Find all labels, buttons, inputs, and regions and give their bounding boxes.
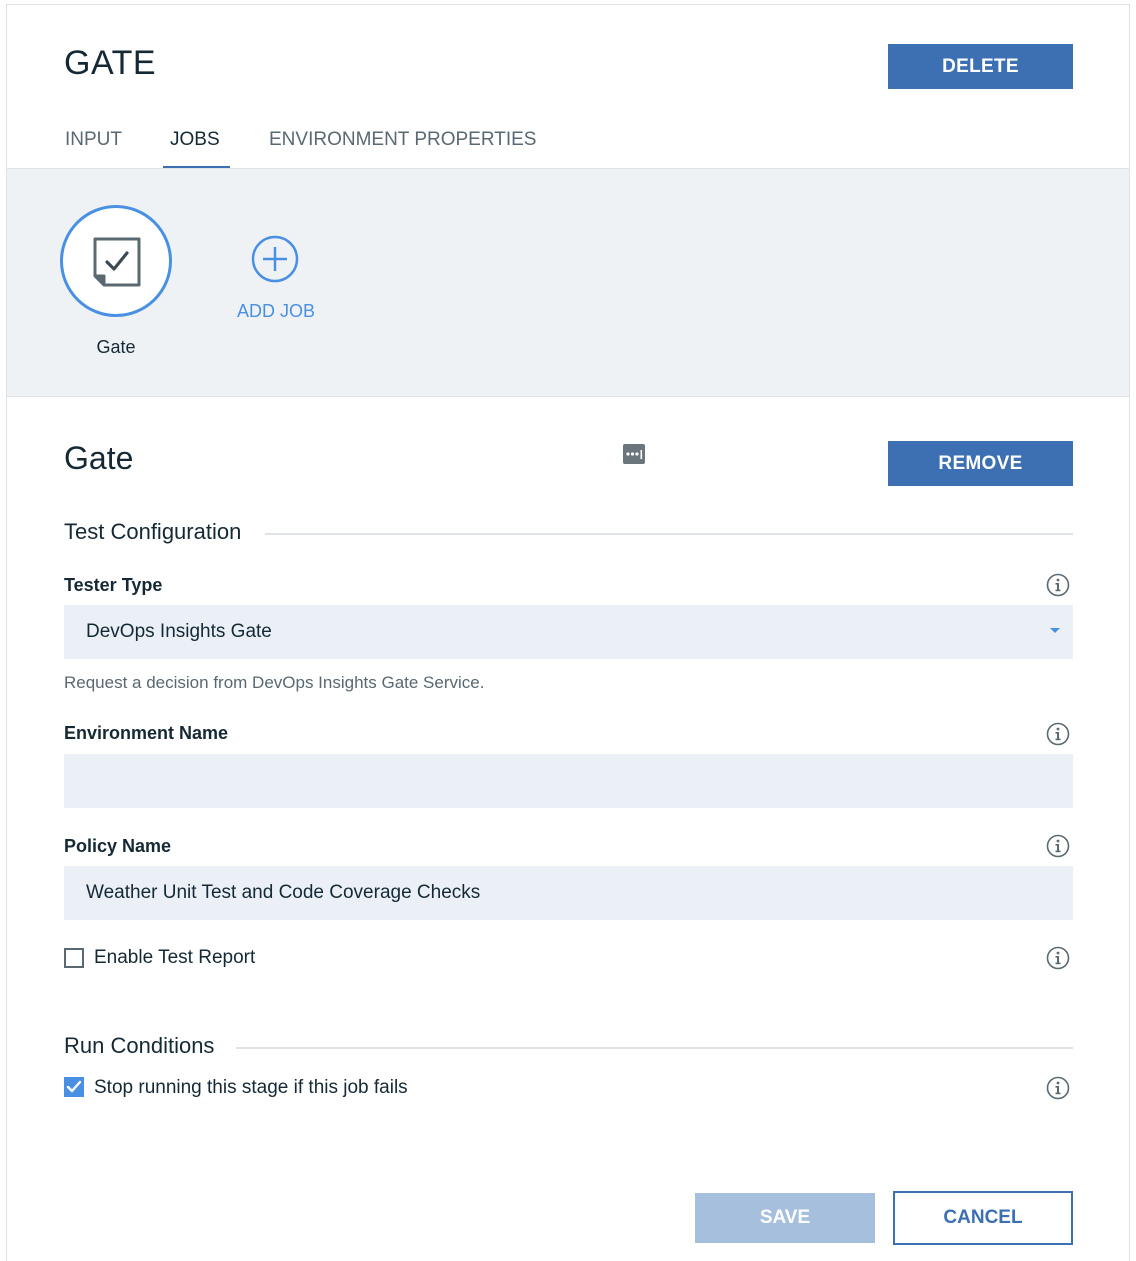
delete-button[interactable]: DELETE (888, 44, 1073, 89)
jobs-strip (7, 169, 1129, 397)
chevron-down-icon (1050, 628, 1060, 633)
job-detail-title: Gate (64, 440, 134, 476)
tester-type-value: DevOps Insights Gate (86, 621, 272, 642)
section-title-run-conditions: Run Conditions (64, 1033, 235, 1059)
tester-type-label: Tester Type (64, 575, 163, 595)
job-gate-tile[interactable] (60, 205, 172, 317)
section-divider (265, 533, 1073, 535)
stop-on-fail-checkbox[interactable] (64, 1077, 84, 1097)
tab-input[interactable]: INPUT (65, 129, 122, 151)
policy-name-info-icon[interactable] (1046, 834, 1070, 858)
tester-type-helper-text: Request a decision from DevOps Insights … (64, 673, 485, 692)
add-job-link[interactable]: ADD JOB (226, 301, 326, 322)
more-options-icon[interactable] (623, 444, 645, 464)
stop-on-fail-info-icon[interactable] (1046, 1076, 1070, 1100)
remove-button[interactable]: REMOVE (888, 441, 1073, 486)
checkmark-icon (66, 1080, 82, 1093)
enable-test-report-label[interactable]: Enable Test Report (94, 947, 255, 969)
policy-name-value: Weather Unit Test and Code Coverage Chec… (86, 882, 481, 903)
save-button[interactable]: SAVE (695, 1193, 875, 1243)
tab-jobs[interactable]: JOBS (170, 129, 220, 151)
environment-name-label: Environment Name (64, 723, 229, 743)
policy-name-input[interactable]: Weather Unit Test and Code Coverage Chec… (64, 866, 1073, 920)
enable-test-report-checkbox[interactable] (64, 948, 84, 968)
gate-job-icon (93, 237, 141, 287)
enable-test-report-info-icon[interactable] (1046, 946, 1070, 970)
section-title-test-configuration: Test Configuration (64, 519, 262, 545)
job-gate-label: Gate (96, 337, 136, 357)
section-divider (236, 1047, 1073, 1049)
tester-type-select[interactable]: DevOps Insights Gate (64, 605, 1073, 659)
cancel-button[interactable]: CANCEL (893, 1191, 1073, 1245)
tester-type-info-icon[interactable] (1046, 573, 1070, 597)
environment-name-info-icon[interactable] (1046, 722, 1070, 746)
policy-name-label: Policy Name (64, 836, 172, 856)
add-job-icon[interactable] (251, 235, 299, 283)
page-title: GATE (64, 44, 157, 82)
environment-name-input[interactable] (64, 754, 1073, 808)
tab-environment-properties[interactable]: ENVIRONMENT PROPERTIES (269, 129, 536, 151)
stop-on-fail-label[interactable]: Stop running this stage if this job fail… (94, 1077, 408, 1099)
